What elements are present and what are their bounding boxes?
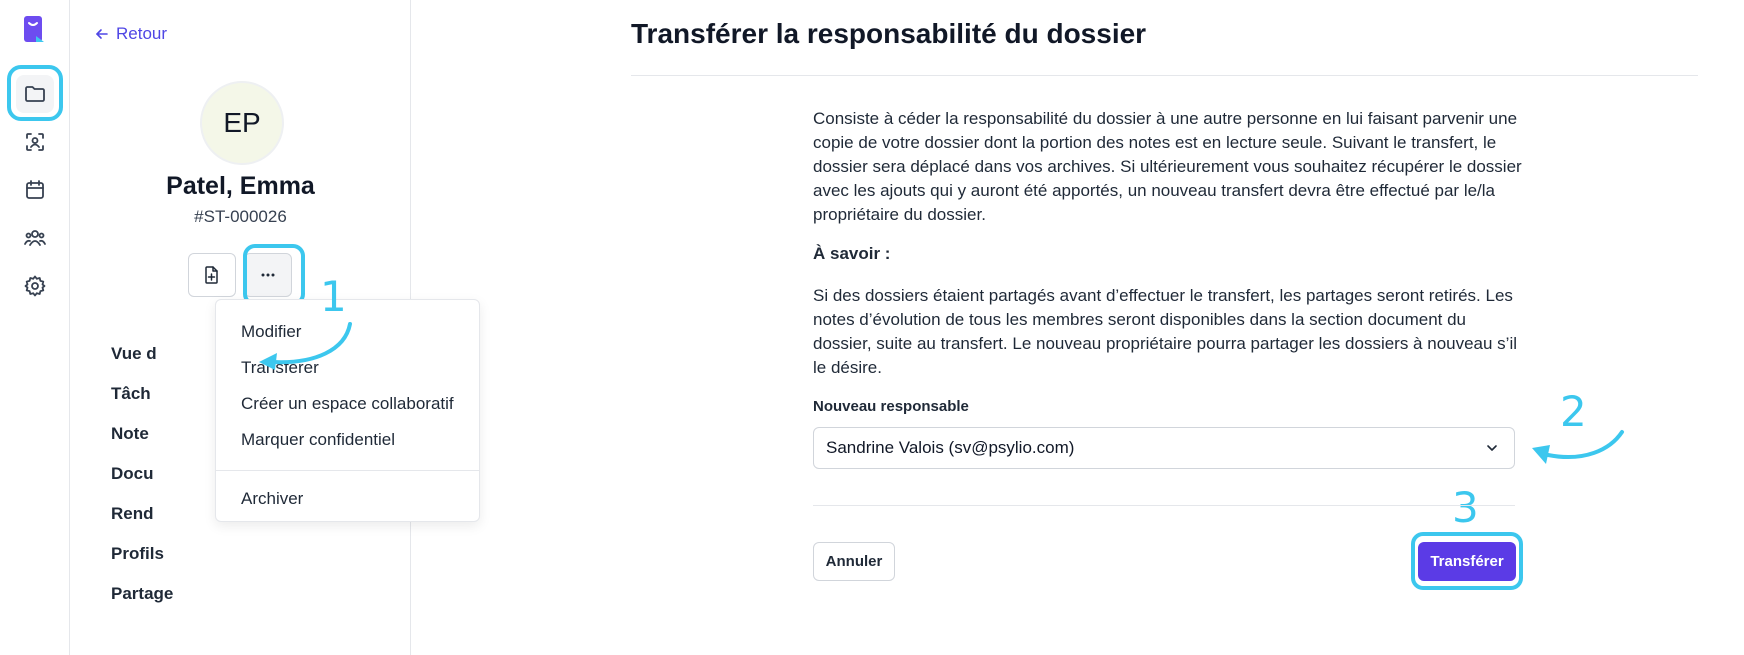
users-icon — [24, 230, 46, 246]
app-logo-icon[interactable] — [22, 14, 46, 46]
transfer-description: Consiste à céder la responsabilité du do… — [813, 109, 1522, 224]
menu-item-archive[interactable]: Archiver — [216, 481, 479, 517]
back-link[interactable]: Retour — [94, 24, 167, 44]
good-to-know-heading: À savoir : — [813, 244, 891, 263]
cancel-button[interactable]: Annuler — [813, 542, 895, 581]
section-tasks[interactable]: Tâch — [111, 382, 173, 422]
transfer-submit-button[interactable]: Transférer — [1418, 542, 1516, 581]
nav-files-button[interactable] — [16, 75, 54, 113]
new-owner-value: Sandrine Valois (sv@psylio.com) — [826, 438, 1075, 457]
avatar: EP — [200, 81, 284, 165]
nav-team-button[interactable] — [16, 219, 54, 257]
section-appointments[interactable]: Rend — [111, 502, 173, 542]
file-plus-icon — [205, 266, 218, 284]
annotation-step-3: 3 — [1452, 483, 1479, 532]
section-documents[interactable]: Docu — [111, 462, 173, 502]
app-window: Retour EP Patel, Emma #ST-000026 Vue d T… — [0, 0, 1744, 655]
new-owner-select[interactable]: Sandrine Valois (sv@psylio.com) — [813, 427, 1515, 469]
menu-divider — [216, 470, 479, 471]
nav-clients-button[interactable] — [16, 123, 54, 161]
profile-section-list: Vue d Tâch Note Docu Rend Profils Partag… — [111, 342, 173, 622]
title-divider — [631, 75, 1698, 76]
annotation-arrow-1-icon — [259, 322, 352, 370]
section-profiles[interactable]: Profils — [111, 542, 173, 582]
form-divider — [813, 505, 1515, 506]
client-name: Patel, Emma — [166, 172, 315, 200]
client-file-id: #ST-000026 — [194, 207, 287, 226]
section-notes[interactable]: Note — [111, 422, 173, 462]
menu-item-mark-confidential[interactable]: Marquer confidentiel — [216, 422, 479, 458]
good-to-know-text: Si des dossiers étaient partagés avant d… — [813, 286, 1518, 377]
back-link-label: Retour — [116, 24, 168, 43]
focus-user-icon — [26, 133, 44, 151]
calendar-icon — [26, 180, 44, 199]
nav-settings-button[interactable] — [16, 267, 54, 305]
nav-calendar-button[interactable] — [16, 171, 54, 209]
chevron-down-icon — [1487, 445, 1497, 451]
section-sharing[interactable]: Partage — [111, 582, 173, 622]
arrow-left-icon — [96, 29, 108, 39]
gear-icon — [24, 275, 46, 297]
page-title: Transférer la responsabilité du dossier — [631, 18, 1147, 49]
folder-icon — [25, 86, 45, 102]
left-nav-rail — [0, 0, 70, 655]
annotation-arrow-2-icon — [1532, 430, 1624, 464]
more-actions-highlight — [243, 244, 305, 306]
new-document-button[interactable] — [188, 253, 236, 297]
menu-item-collaborative-space[interactable]: Créer un espace collaboratif — [216, 386, 479, 422]
annotation-step-1: 1 — [320, 272, 347, 321]
new-owner-label: Nouveau responsable — [813, 398, 969, 415]
section-overview[interactable]: Vue d — [111, 342, 173, 382]
